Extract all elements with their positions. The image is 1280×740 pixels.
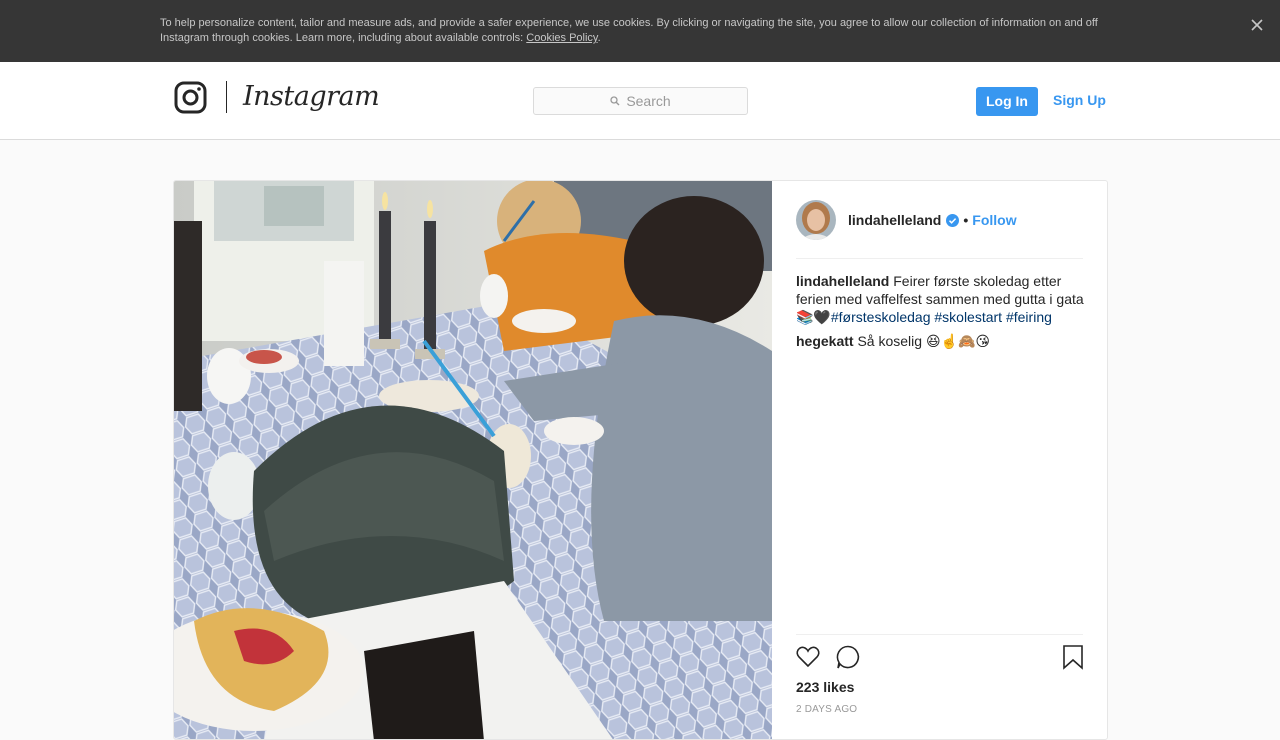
comment-text: Så koselig 😆☝️🙈😘: [857, 333, 991, 349]
login-button[interactable]: Log In: [976, 87, 1038, 116]
cookie-message-suffix: .: [597, 32, 601, 44]
cookie-message-text: To help personalize content, tailor and …: [160, 17, 1098, 44]
post-timestamp: 2 DAYS AGO: [796, 704, 858, 715]
post-sidebar: lindahelleland • Follow lindahelleland F…: [772, 181, 1107, 739]
hashtag-link[interactable]: #førsteskoledag: [831, 309, 931, 325]
heart-icon[interactable]: [795, 644, 821, 670]
cookie-message: To help personalize content, tailor and …: [160, 16, 1120, 46]
search-placeholder: Search: [626, 93, 671, 109]
hashtag-link[interactable]: #feiring: [1006, 309, 1052, 325]
cookies-policy-link[interactable]: Cookies Policy: [526, 32, 597, 44]
author-username[interactable]: lindahelleland: [848, 212, 941, 228]
divider: [796, 258, 1083, 259]
comment-username[interactable]: hegekatt: [796, 333, 854, 349]
instagram-glyph-icon[interactable]: [174, 81, 207, 114]
avatar[interactable]: [796, 200, 836, 240]
likes-count[interactable]: 223 likes: [796, 679, 854, 695]
search-input[interactable]: Search: [533, 87, 748, 115]
signup-link[interactable]: Sign Up: [1053, 92, 1106, 108]
bookmark-icon[interactable]: [1060, 644, 1086, 670]
hashtag-link[interactable]: #skolestart: [934, 309, 1002, 325]
divider: [796, 634, 1083, 635]
close-icon[interactable]: [1248, 16, 1266, 34]
top-nav: Instagram Search Log In Sign Up: [0, 62, 1280, 140]
separator-dot: •: [963, 212, 969, 228]
comment: hegekatt Så koselig 😆☝️🙈😘: [796, 332, 1084, 350]
verified-badge-icon: [946, 213, 960, 227]
post-card: lindahelleland • Follow lindahelleland F…: [173, 180, 1108, 740]
search-icon: [610, 96, 620, 106]
cookie-banner: To help personalize content, tailor and …: [0, 0, 1280, 62]
follow-button[interactable]: Follow: [972, 212, 1016, 228]
post-photo[interactable]: [174, 181, 772, 739]
instagram-wordmark[interactable]: Instagram: [243, 80, 380, 114]
post-caption: lindahelleland Feirer første skoledag et…: [796, 272, 1084, 326]
post-author: lindahelleland • Follow: [796, 200, 1084, 240]
comment-icon[interactable]: [835, 644, 861, 670]
logo-divider: [226, 81, 227, 113]
caption-username[interactable]: lindahelleland: [796, 273, 889, 289]
